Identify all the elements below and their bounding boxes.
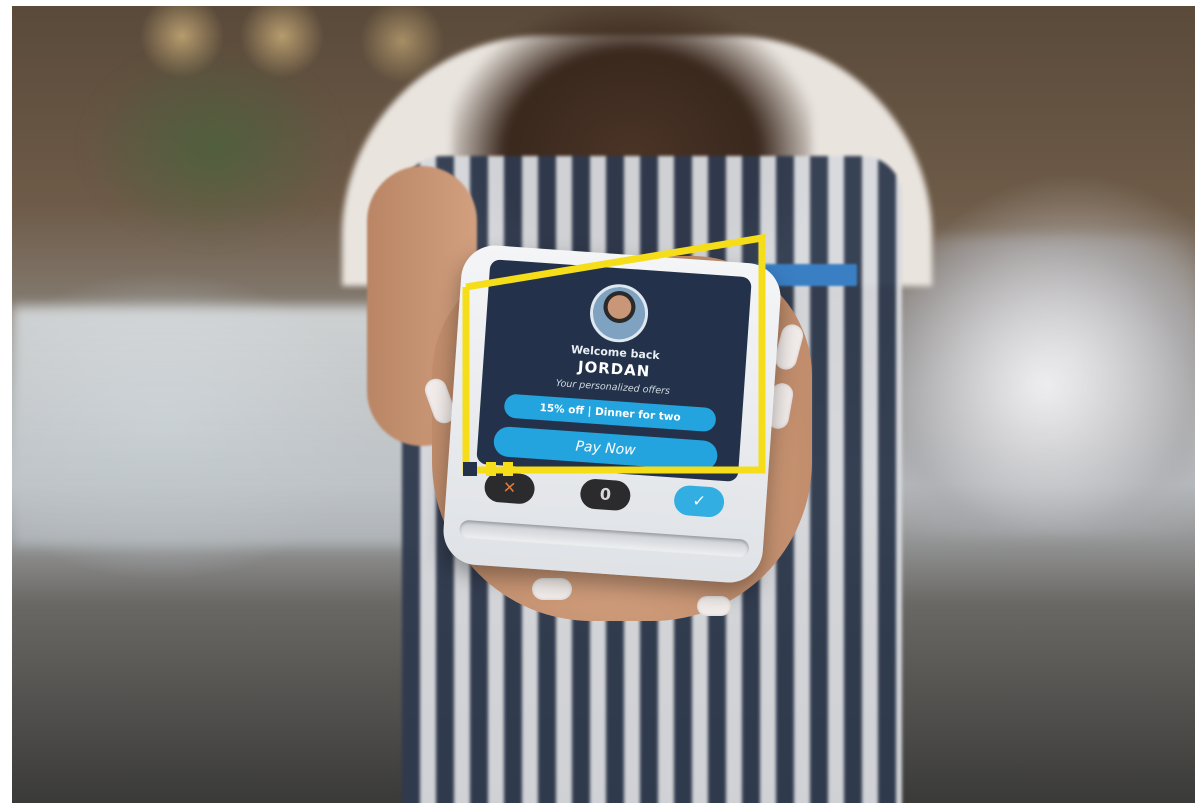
frame-corner-mark [463, 462, 477, 476]
frame-corner-mark [486, 462, 496, 476]
highlight-frame-outline [462, 233, 766, 474]
frame-corner-mark [503, 462, 513, 476]
highlight-frame [462, 233, 766, 476]
